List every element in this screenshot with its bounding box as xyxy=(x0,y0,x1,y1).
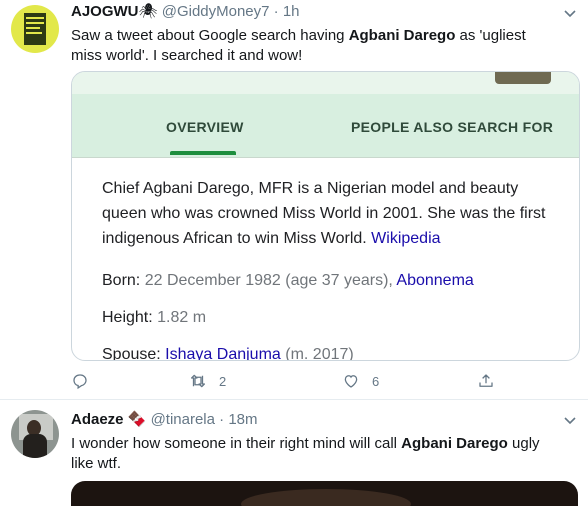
tweet-text-bold: Agbani Darego xyxy=(348,27,456,44)
spouse-link: Ishaya Danjuma xyxy=(165,346,281,361)
like-button[interactable]: 6 xyxy=(342,371,379,391)
tweet-text-bold: Agbani Darego xyxy=(401,435,508,452)
wikipedia-link: Wikipedia xyxy=(371,230,441,247)
dot-separator: · xyxy=(273,3,279,20)
share-button[interactable] xyxy=(477,371,495,391)
height-value: 1.82 m xyxy=(157,309,207,326)
fact-spouse: Spouse: Ishaya Danjuma (m. 2017) xyxy=(102,344,354,361)
divider xyxy=(72,157,579,158)
born-label: Born: xyxy=(102,272,141,289)
tweet-image[interactable]: OVERVIEW PEOPLE ALSO SEARCH FOR Chief Ag… xyxy=(71,71,580,361)
spouse-label: Spouse: xyxy=(102,346,161,361)
avatar[interactable] xyxy=(11,410,59,458)
description: Chief Agbani Darego, MFR is a Nigerian m… xyxy=(102,176,562,251)
active-tab-indicator xyxy=(170,151,236,155)
height-label: Height: xyxy=(102,309,153,326)
chevron-down-icon[interactable] xyxy=(563,413,577,427)
fact-height: Height: 1.82 m xyxy=(102,307,206,329)
tweet-text-part: Saw a tweet about Google search having xyxy=(71,27,349,44)
fact-born: Born: 22 December 1982 (age 37 years), A… xyxy=(102,270,474,292)
display-name[interactable]: Adaeze xyxy=(71,411,124,428)
tab-overview: OVERVIEW xyxy=(166,119,244,135)
thumbnail-image xyxy=(495,72,551,84)
tweet-header: Adaeze 🍫 @tinarela · 18m xyxy=(71,410,258,430)
tweet-text-part: I wonder how someone in their right mind… xyxy=(71,435,402,452)
spider-emoji: 🕷 xyxy=(138,3,158,20)
reply-button[interactable] xyxy=(71,371,89,391)
timestamp[interactable]: 1h xyxy=(283,3,300,20)
handle[interactable]: @tinarela xyxy=(151,411,215,428)
born-value: 22 December 1982 (age 37 years), xyxy=(144,272,393,289)
born-place-link: Abonnema xyxy=(396,272,474,289)
avatar[interactable] xyxy=(11,5,59,53)
retweet-button[interactable]: 2 xyxy=(189,371,226,391)
dot-separator: · xyxy=(219,411,225,428)
tweet-image[interactable] xyxy=(71,481,578,506)
tweet-header: AJOGWU🕷 @GiddyMoney7 · 1h xyxy=(71,2,300,22)
display-name[interactable]: AJOGWU xyxy=(71,3,139,20)
share-icon xyxy=(479,374,493,387)
description-text: Chief Agbani Darego, MFR is a Nigerian m… xyxy=(102,180,546,247)
chevron-down-icon[interactable] xyxy=(563,6,577,20)
tweet-divider xyxy=(0,399,588,400)
handle[interactable]: @GiddyMoney7 xyxy=(162,3,270,20)
reply-icon xyxy=(73,374,87,390)
tweet-text: I wonder how someone in their right mind… xyxy=(71,434,561,474)
timestamp[interactable]: 18m xyxy=(228,411,257,428)
heart-icon xyxy=(344,375,358,388)
chocolate-emoji: 🍫 xyxy=(127,411,147,428)
like-count: 6 xyxy=(372,373,380,389)
tweet-text: Saw a tweet about Google search having A… xyxy=(71,26,551,66)
spouse-year: (m. 2017) xyxy=(285,346,354,361)
tab-people-also-search-for: PEOPLE ALSO SEARCH FOR xyxy=(351,119,554,135)
retweet-count: 2 xyxy=(219,373,227,389)
retweet-icon xyxy=(190,374,206,388)
